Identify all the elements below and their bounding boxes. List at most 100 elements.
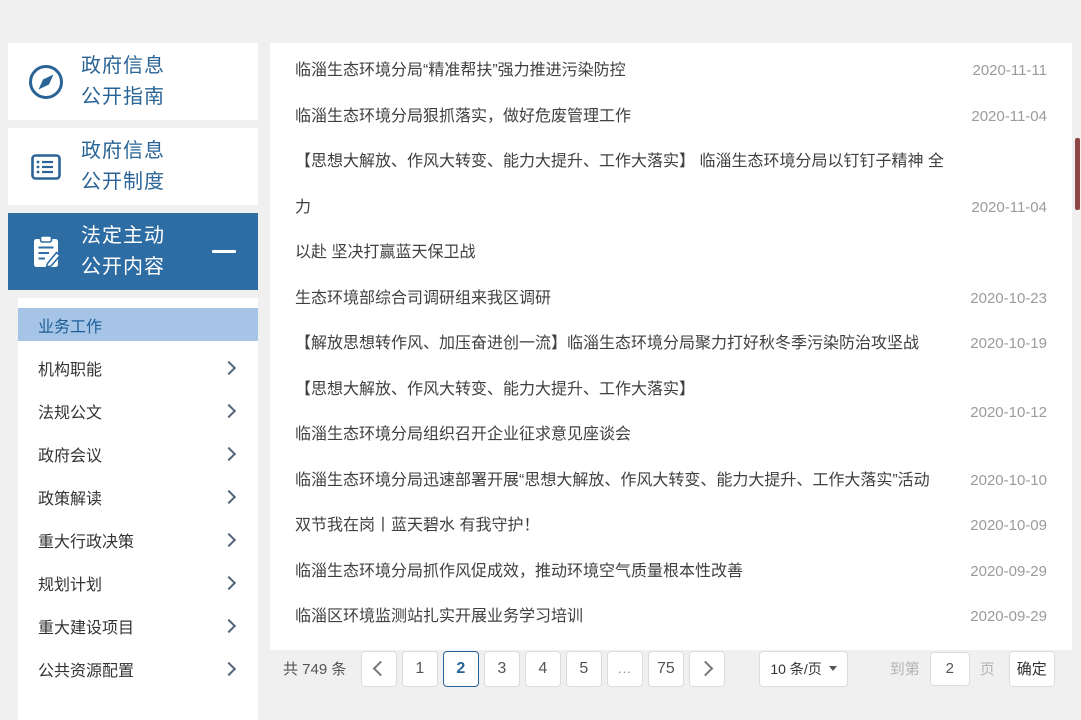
ledger-icon — [26, 147, 66, 187]
page-number-button[interactable]: 75 — [647, 650, 684, 687]
news-date: 2020-11-11 — [972, 62, 1047, 80]
news-row[interactable]: 【解放思想转作风、加压奋进创一流】临淄生态环境分局聚力打好秋冬季污染防治攻坚战 … — [283, 321, 1059, 367]
next-page-icon — [697, 660, 714, 677]
page-number-button[interactable]: ... — [606, 650, 643, 687]
news-date: 2020-09-29 — [970, 562, 1047, 580]
goto-page-group: 到第 页 确定 — [889, 650, 1055, 687]
news-title[interactable]: 临淄生态环境分局“精准帮扶”强力推进污染防控 — [295, 48, 626, 94]
submenu-item-label: 重大行政决策 — [38, 533, 135, 551]
prev-page-icon — [372, 660, 389, 677]
confirm-button[interactable]: 确定 — [1008, 650, 1055, 687]
compass-icon — [26, 62, 66, 102]
next-page-button[interactable] — [688, 650, 725, 687]
chevron-right-icon — [221, 446, 237, 461]
page-number-label: ... — [617, 661, 632, 676]
chevron-right-icon — [221, 575, 237, 590]
submenu-item-label: 重大建设项目 — [38, 619, 135, 637]
sidebar-item-label: 政府信息 公开指南 — [81, 54, 165, 108]
page-number-button[interactable]: 2 — [442, 650, 479, 687]
chevron-right-icon — [221, 360, 237, 375]
clipboard-pencil-icon — [26, 232, 66, 272]
news-date: 2020-10-09 — [970, 517, 1047, 535]
sidebar-submenu-item[interactable]: 重大建设项目 — [18, 604, 258, 647]
prev-page-button[interactable] — [360, 650, 397, 687]
page-number-button[interactable]: 5 — [565, 650, 602, 687]
sidebar-item-info-system[interactable]: 政府信息 公开制度 — [8, 128, 258, 205]
sidebar-submenu-item[interactable]: 机构职能 — [18, 346, 258, 389]
submenu-item-label: 规划计划 — [38, 576, 103, 594]
chevron-right-icon — [221, 532, 237, 547]
submenu-item-label: 政策解读 — [38, 490, 103, 508]
news-title[interactable]: 临淄区环境监测站扎实开展业务学习培训 — [295, 594, 583, 640]
goto-prefix-label: 到第 — [889, 661, 920, 678]
news-date: 2020-10-23 — [970, 289, 1047, 307]
sidebar-item-label: 法定主动 公开内容 — [81, 224, 165, 278]
news-row[interactable]: 双节我在岗丨蓝天碧水 有我守护！ 2020-10-09 — [283, 503, 1059, 549]
news-row[interactable]: 【思想大解放、作风大转变、能力大提升、工作大落实】 临淄生态环境分局组织召开企业… — [283, 367, 1059, 458]
news-title[interactable]: 【思想大解放、作风大转变、能力大提升、工作大落实】 临淄生态环境分局以钉钉子精神… — [295, 139, 953, 276]
sidebar-submenu: 业务工作 机构职能 法规公文 政府会议 政策解读 重大行政决策 规划计划 重大建… — [18, 298, 258, 720]
news-date: 2020-10-12 — [970, 403, 1047, 421]
chevron-right-icon — [221, 618, 237, 633]
pagination-bar: 共 749 条 1 2 3 4 5 ... 75 10 条/页 到第 2 页 确… — [283, 649, 1059, 689]
page-number-label: 5 — [579, 659, 589, 677]
news-title[interactable]: 临淄生态环境分局迅速部署开展“思想大解放、作风大转变、能力大提升、工作大落实”活… — [295, 458, 930, 504]
total-count-label: 共 749 条 — [283, 661, 347, 678]
confirm-button-label: 确定 — [1016, 661, 1047, 678]
page-number-label: 75 — [656, 659, 675, 677]
news-panel: 临淄生态环境分局“精准帮扶”强力推进污染防控 2020-11-11 临淄生态环境… — [270, 43, 1072, 687]
submenu-item-label: 法规公文 — [38, 404, 103, 422]
news-date: 2020-10-19 — [970, 335, 1047, 353]
sidebar-submenu-item[interactable]: 公共资源配置 — [18, 647, 258, 690]
sidebar-submenu-item[interactable]: 业务工作 — [18, 308, 258, 341]
sidebar-submenu-item[interactable]: 法规公文 — [18, 389, 258, 432]
submenu-item-label: 机构职能 — [38, 361, 103, 379]
page-size-select[interactable]: 10 条/页 — [759, 650, 848, 687]
chevron-right-icon — [221, 403, 237, 418]
news-row[interactable]: 临淄生态环境分局迅速部署开展“思想大解放、作风大转变、能力大提升、工作大落实”活… — [283, 458, 1059, 504]
page-size-label: 10 条/页 — [770, 660, 822, 677]
scrollbar-thumb[interactable] — [1075, 138, 1080, 210]
news-row[interactable]: 生态环境部综合司调研组来我区调研 2020-10-23 — [283, 276, 1059, 322]
sidebar-item-statutory-disclosure[interactable]: 法定主动 公开内容 — [8, 213, 258, 290]
goto-page-input[interactable] — [929, 651, 970, 686]
page-number-button[interactable]: 3 — [483, 650, 520, 687]
goto-suffix-label: 页 — [979, 661, 995, 678]
news-row[interactable]: 临淄区环境监测站扎实开展业务学习培训 2020-09-29 — [283, 594, 1059, 640]
sidebar: 政府信息 公开指南 政府信息 公开制度 法定主动 公开内容 业务工作 机构职能 … — [8, 43, 258, 720]
news-title[interactable]: 临淄生态环境分局狠抓落实，做好危废管理工作 — [295, 94, 631, 140]
news-row[interactable]: 临淄生态环境分局狠抓落实，做好危废管理工作 2020-11-04 — [283, 94, 1059, 140]
minus-icon — [212, 250, 236, 253]
page-number-label: 2 — [456, 659, 466, 677]
sidebar-submenu-item[interactable]: 政策解读 — [18, 475, 258, 518]
submenu-item-label: 公共资源配置 — [38, 662, 135, 680]
news-row[interactable]: 临淄生态环境分局“精准帮扶”强力推进污染防控 2020-11-11 — [283, 48, 1059, 94]
submenu-item-label: 业务工作 — [38, 318, 103, 336]
submenu-item-label: 政府会议 — [38, 447, 103, 465]
news-title[interactable]: 【解放思想转作风、加压奋进创一流】临淄生态环境分局聚力打好秋冬季污染防治攻坚战 — [295, 321, 919, 367]
page-number-button[interactable]: 4 — [524, 650, 561, 687]
news-date: 2020-11-04 — [971, 107, 1047, 125]
news-row[interactable]: 【思想大解放、作风大转变、能力大提升、工作大落实】 临淄生态环境分局以钉钉子精神… — [283, 139, 1059, 276]
page-number-label: 3 — [497, 659, 507, 677]
page-number-button[interactable]: 1 — [401, 650, 438, 687]
sidebar-submenu-item[interactable]: 政府会议 — [18, 432, 258, 475]
collapse-toggle[interactable] — [212, 250, 236, 253]
news-date: 2020-10-10 — [970, 471, 1047, 489]
sidebar-item-info-guide[interactable]: 政府信息 公开指南 — [8, 43, 258, 120]
page-number-label: 1 — [415, 659, 425, 677]
chevron-right-icon — [221, 489, 237, 504]
news-title[interactable]: 双节我在岗丨蓝天碧水 有我守护！ — [295, 503, 539, 549]
news-list: 临淄生态环境分局“精准帮扶”强力推进污染防控 2020-11-11 临淄生态环境… — [283, 48, 1059, 640]
news-date: 2020-09-29 — [970, 608, 1047, 626]
page-number-list: 1 2 3 4 5 ... 75 — [399, 650, 686, 687]
news-date: 2020-11-04 — [971, 198, 1047, 216]
news-title[interactable]: 临淄生态环境分局抓作风促成效，推动环境空气质量根本性改善 — [295, 549, 743, 595]
sidebar-item-label: 政府信息 公开制度 — [81, 139, 165, 193]
caret-down-icon — [828, 666, 837, 671]
sidebar-submenu-item[interactable]: 重大行政决策 — [18, 518, 258, 561]
news-row[interactable]: 临淄生态环境分局抓作风促成效，推动环境空气质量根本性改善 2020-09-29 — [283, 549, 1059, 595]
news-title[interactable]: 生态环境部综合司调研组来我区调研 — [295, 276, 551, 322]
news-title[interactable]: 【思想大解放、作风大转变、能力大提升、工作大落实】 临淄生态环境分局组织召开企业… — [295, 367, 695, 458]
sidebar-submenu-item[interactable]: 规划计划 — [18, 561, 258, 604]
